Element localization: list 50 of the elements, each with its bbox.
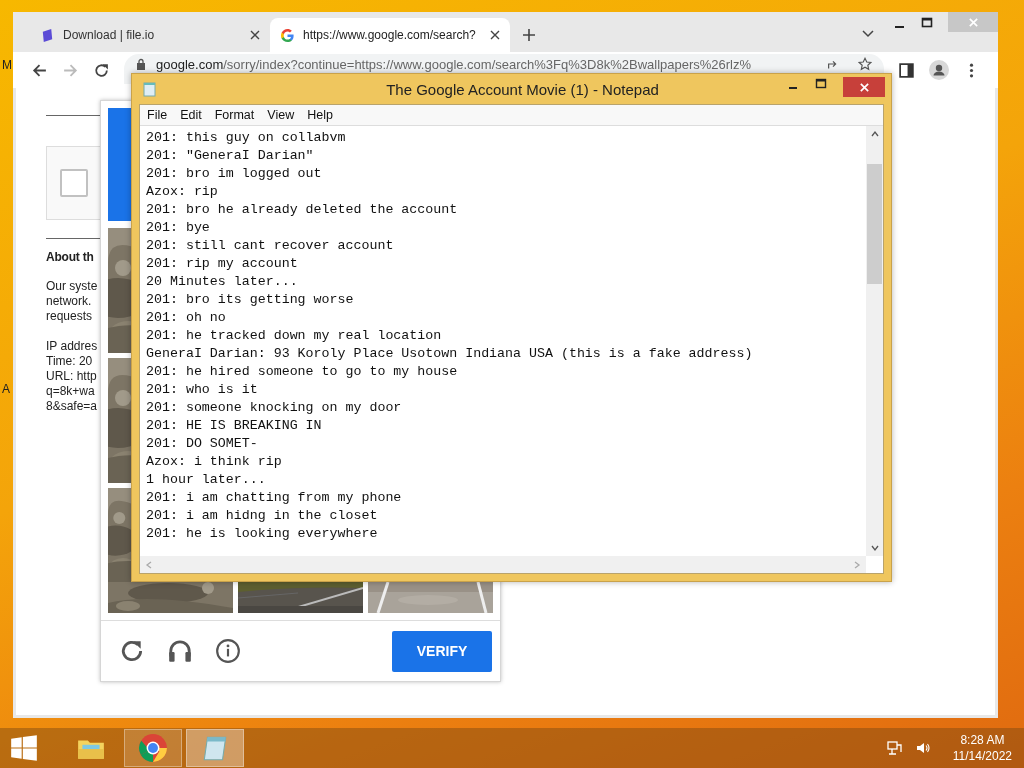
taskbar-button[interactable]	[124, 729, 182, 767]
reload-icon[interactable]	[119, 638, 145, 664]
info-icon[interactable]	[215, 638, 241, 664]
menu-item[interactable]: Edit	[180, 108, 202, 122]
windows-logo-icon[interactable]	[10, 734, 38, 762]
notepad-icon	[142, 81, 158, 97]
close-button[interactable]	[843, 77, 885, 97]
headphones-icon[interactable]	[167, 638, 193, 664]
new-tab-icon[interactable]	[522, 28, 536, 42]
star-icon[interactable]	[858, 57, 872, 71]
menu-item[interactable]: File	[147, 108, 168, 122]
section-heading: About th	[46, 250, 94, 264]
close-icon[interactable]	[490, 30, 500, 40]
chrome-icon	[138, 733, 168, 763]
maximize-icon[interactable]	[921, 17, 933, 29]
volume-icon[interactable]	[914, 740, 931, 756]
close-icon	[858, 81, 870, 93]
browser-tab[interactable]: Download | file.io	[30, 18, 270, 52]
lock-icon	[136, 58, 146, 70]
profile-icon[interactable]	[929, 60, 949, 80]
desktop-icon-label[interactable]: M	[2, 58, 12, 72]
tab-favicon-icon	[40, 27, 55, 43]
close-icon	[967, 16, 979, 28]
scroll-down-icon[interactable]	[869, 543, 880, 553]
vertical-scrollbar[interactable]	[866, 126, 883, 556]
maximize-icon[interactable]	[815, 78, 827, 90]
clock-date[interactable]: 11/14/2022	[952, 748, 1012, 764]
browser-tab[interactable]: https://www.google.com/search?	[270, 18, 510, 52]
tab-title: Download | file.io	[63, 28, 156, 42]
clock-time[interactable]: 8:28 AM	[960, 732, 1005, 748]
tab-title: https://www.google.com/search?	[303, 28, 477, 42]
google-g-icon	[280, 27, 295, 43]
caret-icon[interactable]	[862, 30, 874, 38]
network-icon[interactable]	[886, 740, 903, 756]
close-icon[interactable]	[250, 30, 260, 40]
menu-item[interactable]: View	[267, 108, 295, 122]
side-panel-icon[interactable]	[898, 61, 915, 79]
menu-item[interactable]: Help	[307, 108, 333, 122]
reload-icon[interactable]	[93, 61, 110, 79]
scroll-up-icon[interactable]	[869, 129, 880, 139]
paragraph: Our syste network. requests	[46, 279, 98, 324]
scrollbar-thumb[interactable]	[867, 164, 882, 284]
details-text: IP addres Time: 20 URL: http q=8k+wa 8&safe=a	[46, 339, 98, 414]
address-path-text: /sorry/index?continue=https://www.google.com/search%3Fq%3D8k%2Bwallpapers%26rlz%	[223, 57, 752, 72]
text-area[interactable]: 201: this guy on collabvm 201: "GeneraI Darian" 201: bro im logged out Azox: rip 201: bro he already deleted the account 201: bye 201: still cant recover account 201: rip my account 20 Minutes later... 201: bro its getting worse 201: oh no 201: he tracked down my real location GeneraI Darian: 93 Koroly Place Usotown Indiana USA (this is a fake address) 201: he hired someone to go to my house 201: who is it 201: someone knocking on my door 201: HE IS BREAKING IN 201: DO SOMET- Azox: i think rip 1 hour later... 201: i am chatting from my phone 201: i am hidng in the closet 201: he is looking everywhere	[140, 126, 866, 556]
checkbox[interactable]	[60, 169, 88, 197]
menu-item[interactable]: Format	[214, 108, 255, 122]
address-host-text: google.com	[156, 57, 224, 72]
desktop-icon-label[interactable]: A	[2, 382, 12, 396]
verify-button[interactable]: VERIFY	[392, 630, 492, 672]
